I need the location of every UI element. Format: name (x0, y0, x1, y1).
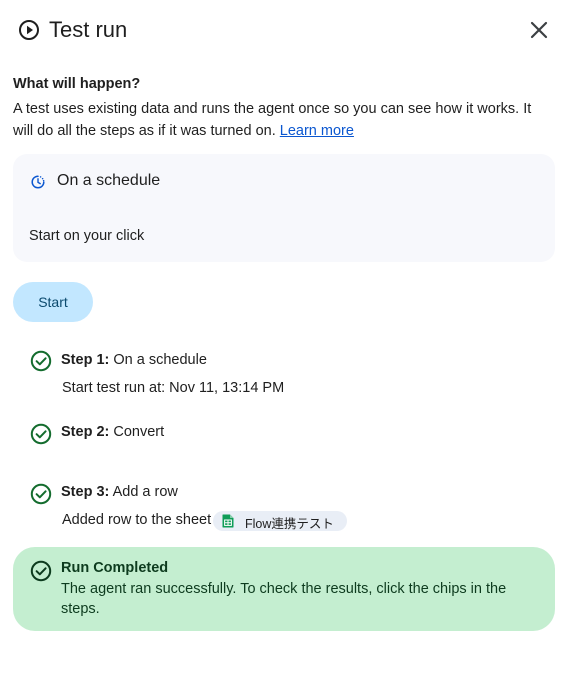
close-icon[interactable] (525, 16, 553, 44)
run-completed-title: Run Completed (61, 560, 169, 576)
step-3-title: Step 3: Add a row (61, 484, 178, 500)
check-circle-icon (30, 483, 52, 505)
what-will-happen-heading: What will happen? (13, 76, 141, 92)
start-button[interactable]: Start (13, 282, 93, 322)
sheet-chip-label: Flow連携テスト (245, 517, 334, 531)
sheet-chip[interactable]: Flow連携テスト (213, 511, 347, 531)
play-circle-icon (19, 20, 39, 40)
panel-title: Test run (49, 17, 128, 42)
step-2-name: Convert (113, 424, 165, 440)
step-1-prefix: Step 1: (61, 352, 110, 368)
trigger-start-text: Start on your click (29, 228, 145, 244)
step-3-detail: Added row to the sheet (62, 512, 212, 528)
step-1-name: On a schedule (113, 352, 207, 368)
check-circle-icon (30, 423, 52, 445)
step-2-prefix: Step 2: (61, 424, 110, 440)
test-run-description: A test uses existing data and runs the a… (13, 98, 553, 142)
run-completed-message: The agent ran successfully. To check the… (61, 581, 507, 617)
trigger-card: On a schedule Start on your click (13, 154, 555, 262)
test-run-panel: Test run What will happen? A test uses e… (0, 0, 571, 689)
step-1-detail: Start test run at: Nov 11, 13:14 PM (62, 380, 285, 396)
description-text: A test uses existing data and runs the a… (13, 101, 532, 139)
step-2-title: Step 2: Convert (61, 424, 164, 440)
step-1-title: Step 1: On a schedule (61, 352, 207, 368)
step-3-name: Add a row (112, 484, 178, 500)
check-circle-icon (30, 560, 52, 582)
google-sheets-icon (222, 514, 234, 528)
step-3-prefix: Step 3: (61, 484, 110, 500)
learn-more-link[interactable]: Learn more (280, 123, 354, 139)
schedule-icon (31, 175, 45, 189)
panel-header: Test run (0, 0, 571, 60)
run-completed-banner: Run Completed The agent ran successfully… (13, 547, 555, 631)
trigger-label: On a schedule (57, 172, 161, 189)
check-circle-icon (30, 350, 52, 372)
